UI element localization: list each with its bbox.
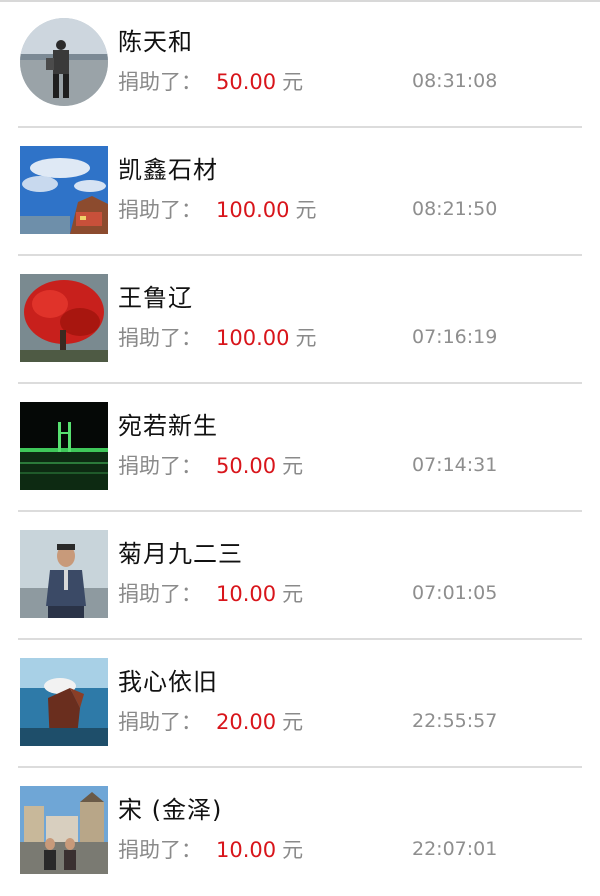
- donation-item[interactable]: 王鲁辽 捐助了： 100.00 元 07:16:19: [18, 256, 582, 384]
- man-portrait-avatar: [20, 530, 108, 618]
- donation-item[interactable]: 凯鑫石材 捐助了： 100.00 元 08:21:50: [18, 128, 582, 256]
- person-seaside-avatar: [20, 18, 108, 106]
- donation-amount: 10.00: [216, 582, 277, 606]
- donation-item[interactable]: 陈天和 捐助了： 50.00 元 08:31:08: [18, 0, 582, 128]
- horse-avatar: [20, 658, 108, 746]
- currency-unit: 元: [282, 838, 304, 862]
- donation-prefix: 捐助了：: [118, 326, 202, 350]
- donation-amount: 100.00: [216, 326, 290, 350]
- donation-time: 08:31:08: [412, 70, 498, 92]
- donation-item[interactable]: 我心依旧 捐助了： 20.00 元 22:55:57: [18, 640, 582, 768]
- donation-prefix: 捐助了：: [118, 70, 202, 94]
- donation-time: 22:07:01: [412, 838, 498, 860]
- donation-prefix: 捐助了：: [118, 582, 202, 606]
- donation-time: 07:01:05: [412, 582, 498, 604]
- group-building-avatar: [20, 786, 108, 874]
- donation-text: 捐助了： 100.00 元: [118, 194, 316, 224]
- donor-name: 我心依旧: [118, 668, 218, 696]
- donation-text: 捐助了： 50.00 元: [118, 450, 303, 480]
- donation-amount: 10.00: [216, 838, 277, 862]
- donation-text: 捐助了： 10.00 元: [118, 578, 303, 608]
- donation-amount: 100.00: [216, 198, 290, 222]
- currency-unit: 元: [282, 710, 304, 734]
- donation-time: 08:21:50: [412, 198, 498, 220]
- donor-name: 陈天和: [118, 28, 193, 56]
- night-bridge-avatar: [20, 402, 108, 490]
- red-tree-avatar: [20, 274, 108, 362]
- donation-text: 捐助了： 10.00 元: [118, 834, 303, 864]
- donation-list: 陈天和 捐助了： 50.00 元 08:31:08 凯鑫石材 捐助了： 100.00 元…: [0, 0, 600, 896]
- currency-unit: 元: [282, 454, 304, 478]
- donation-prefix: 捐助了：: [118, 838, 202, 862]
- donation-amount: 20.00: [216, 710, 277, 734]
- donor-name: 王鲁辽: [118, 284, 193, 312]
- donor-name: 宛若新生: [118, 412, 218, 440]
- donation-text: 捐助了： 100.00 元: [118, 322, 316, 352]
- currency-unit: 元: [282, 582, 304, 606]
- donor-name: 宋 (金泽): [118, 796, 223, 824]
- currency-unit: 元: [282, 70, 304, 94]
- currency-unit: 元: [295, 326, 317, 350]
- donation-amount: 50.00: [216, 454, 277, 478]
- donation-item[interactable]: 菊月九二三 捐助了： 10.00 元 07:01:05: [18, 512, 582, 640]
- donation-text: 捐助了： 50.00 元: [118, 66, 303, 96]
- donation-prefix: 捐助了：: [118, 454, 202, 478]
- donation-text: 捐助了： 20.00 元: [118, 706, 303, 736]
- donation-prefix: 捐助了：: [118, 710, 202, 734]
- currency-unit: 元: [295, 198, 317, 222]
- sky-coast-avatar: [20, 146, 108, 234]
- donation-item[interactable]: 宛若新生 捐助了： 50.00 元 07:14:31: [18, 384, 582, 512]
- donation-amount: 50.00: [216, 70, 277, 94]
- donor-name: 凯鑫石材: [118, 156, 218, 184]
- donation-prefix: 捐助了：: [118, 198, 202, 222]
- donation-time: 07:16:19: [412, 326, 498, 348]
- donor-name: 菊月九二三: [118, 540, 243, 568]
- donation-time: 22:55:57: [412, 710, 498, 732]
- donation-item[interactable]: 宋 (金泽) 捐助了： 10.00 元 22:07:01: [18, 768, 582, 896]
- donation-time: 07:14:31: [412, 454, 498, 476]
